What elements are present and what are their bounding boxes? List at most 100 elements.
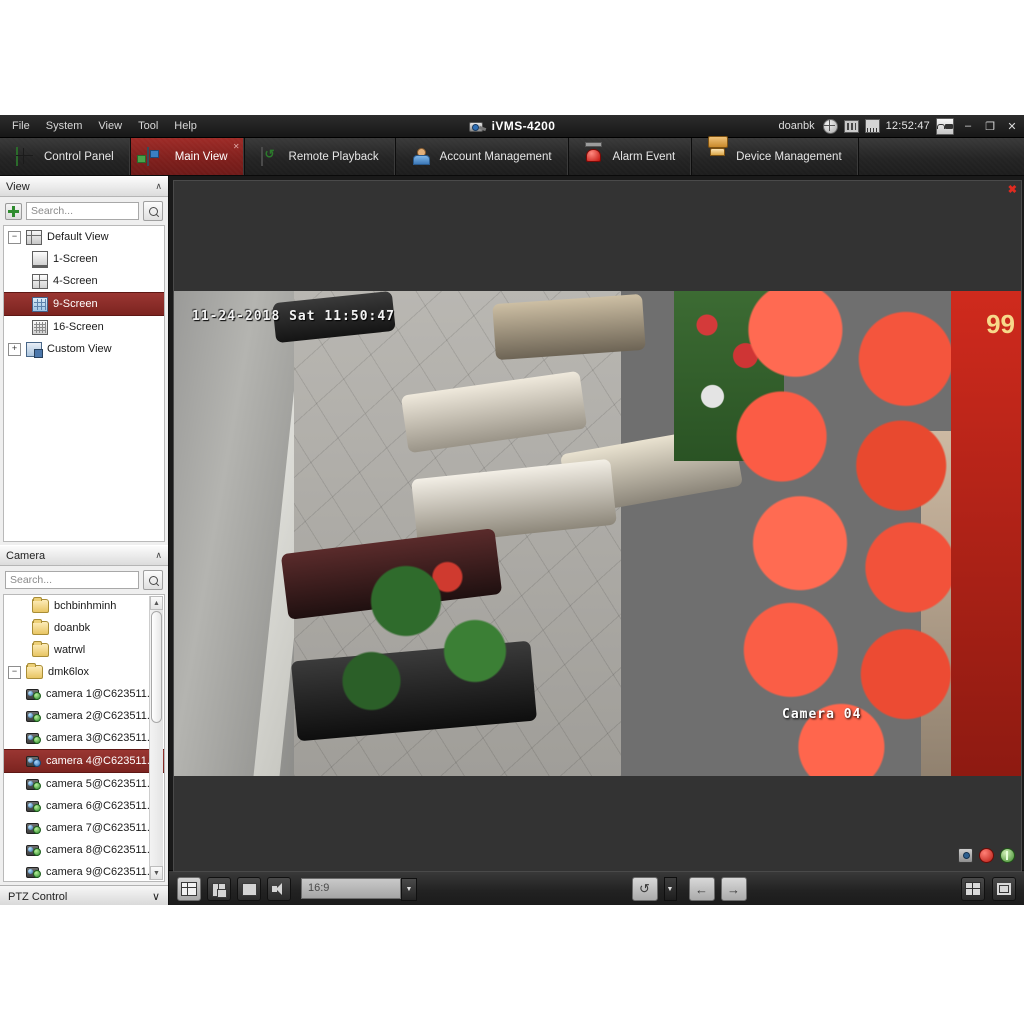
refresh-dropdown-icon[interactable]: ▼ [664,877,677,901]
menu-item-system[interactable]: System [38,116,91,136]
scroll-down-arrow-icon[interactable]: ▼ [150,866,163,880]
tab-control-panel[interactable]: Control Panel [0,138,131,175]
chevron-down-icon[interactable]: ∨ [152,890,160,903]
camera-search-input[interactable]: Search... [5,571,139,589]
aspect-ratio-value[interactable]: 16:9 [301,878,401,899]
search-icon [147,205,160,218]
video-grid: ✖ [169,176,1024,870]
lock-icon[interactable] [936,118,954,135]
tab-alarm-event[interactable]: Alarm Event [569,138,693,175]
camera-icon [26,710,41,722]
camera-icon [26,778,41,790]
tree-item-4-screen[interactable]: 4-Screen [4,270,164,292]
ram-usage-icon[interactable] [865,119,880,133]
tree-item-camera-3[interactable]: camera 3@C623511... [4,727,164,749]
tree-item-camera-4[interactable]: camera 4@C623511... [4,749,164,773]
video-cell-camera-04[interactable]: ✖ [173,180,1022,872]
previous-page-button[interactable]: ← [689,877,715,901]
aspect-ratio-select[interactable]: 16:9 ▼ [301,878,417,901]
view-search-input[interactable]: Search... [26,202,139,220]
tab-device-management[interactable]: Device Management [692,138,858,175]
tree-item-camera-1[interactable]: camera 1@C623511... [4,683,164,705]
tree-item-label: camera 9@C623511... [46,866,156,878]
scene-banner: 99 [951,291,1021,776]
scroll-up-arrow-icon[interactable]: ▲ [150,596,163,610]
tree-item-camera-7[interactable]: camera 7@C623511... [4,817,164,839]
custom-layout-button[interactable] [207,877,231,901]
window-division-button[interactable] [961,877,985,901]
tree-item-dmk6lox[interactable]: − dmk6lox [4,661,164,683]
current-user-label: doanbk [778,120,814,132]
tree-item-custom-view[interactable]: + Custom View [4,338,164,360]
menu-item-help[interactable]: Help [166,116,205,136]
full-screen-button[interactable] [992,877,1016,901]
ptz-control-icon[interactable] [1000,848,1015,863]
menu-item-tool[interactable]: Tool [130,116,166,136]
tab-remote-playback[interactable]: Remote Playback [245,138,396,175]
expander-icon[interactable]: + [8,343,21,356]
view-search-button[interactable] [143,201,163,221]
close-button[interactable]: ✕ [1004,119,1020,134]
ivms-application-window: File System View Tool Help iVMS-4200 doa… [0,115,1024,905]
camera-panel-header[interactable]: Camera ∧ [0,545,168,566]
capture-picture-icon[interactable] [958,848,973,863]
tree-item-camera-8[interactable]: camera 8@C623511... [4,839,164,861]
tab-account-management[interactable]: Account Management [396,138,569,175]
audio-button[interactable] [267,877,291,901]
tree-item-label: watrwl [54,644,85,656]
chevron-down-icon[interactable]: ▼ [401,878,417,901]
tree-item-watrwl[interactable]: watrwl [4,639,164,661]
camera-tree-scrollbar[interactable]: ▲ ▼ [149,596,163,880]
video-stream-image: 99 [174,291,1021,776]
tree-item-camera-2[interactable]: camera 2@C623511... [4,705,164,727]
remote-playback-icon [261,148,281,166]
tree-item-label: 4-Screen [53,275,98,287]
tab-main-view[interactable]: Main View ✕ [131,138,245,175]
expander-icon[interactable]: − [8,231,21,244]
tree-item-1-screen[interactable]: 1-Screen [4,248,164,270]
close-icon[interactable]: ✖ [1008,183,1017,196]
alarm-event-icon [585,148,605,166]
tree-item-9-screen[interactable]: 9-Screen [4,292,164,316]
camera-search-button[interactable] [143,570,163,590]
tree-item-label: bchbinhminh [54,600,116,612]
next-page-button[interactable]: → [721,877,747,901]
tree-item-camera-5[interactable]: camera 5@C623511... [4,773,164,795]
tree-item-camera-6[interactable]: camera 6@C623511... [4,795,164,817]
screen-layout-button[interactable] [177,877,201,901]
tree-item-default-view[interactable]: − Default View [4,226,164,248]
add-view-button[interactable] [5,203,22,220]
screen-9-icon [32,297,48,312]
speaker-icon [272,883,287,895]
tab-close-icon[interactable]: ✕ [233,142,240,151]
view-panel-header[interactable]: View ∧ [0,176,168,197]
custom-view-icon [26,342,42,357]
scrollbar-thumb[interactable] [151,611,162,723]
tree-item-16-screen[interactable]: 16-Screen [4,316,164,338]
camera-search-placeholder: Search... [10,574,52,586]
menu-item-view[interactable]: View [90,116,130,136]
ptz-control-header[interactable]: PTZ Control ∨ [0,885,168,905]
restore-button[interactable]: ❐ [982,119,998,134]
tree-item-camera-9[interactable]: camera 9@C623511... [4,861,164,882]
chevron-up-icon[interactable]: ∧ [155,181,162,192]
tree-item-bchbinhminh[interactable]: bchbinhminh [4,595,164,617]
scene-plant [314,541,544,741]
device-status-icon[interactable] [844,119,859,133]
tab-alarm-event-label: Alarm Event [613,151,676,163]
stop-all-live-view-button[interactable] [237,877,261,901]
menu-item-file[interactable]: File [4,116,38,136]
tree-item-doanbk[interactable]: doanbk [4,617,164,639]
main-body: View ∧ Search... − Default View [0,176,1024,905]
chevron-up-icon[interactable]: ∧ [155,550,162,561]
globe-icon[interactable] [823,119,838,133]
record-icon[interactable] [979,848,994,863]
expander-icon[interactable]: − [8,666,21,679]
screen-4-icon [32,274,48,289]
account-management-icon [412,148,432,166]
tree-item-label: camera 3@C623511... [46,732,156,744]
refresh-button[interactable]: ↺ [632,877,658,901]
camera-icon [26,866,41,878]
camera-icon [26,800,41,812]
minimize-button[interactable]: – [960,119,976,134]
